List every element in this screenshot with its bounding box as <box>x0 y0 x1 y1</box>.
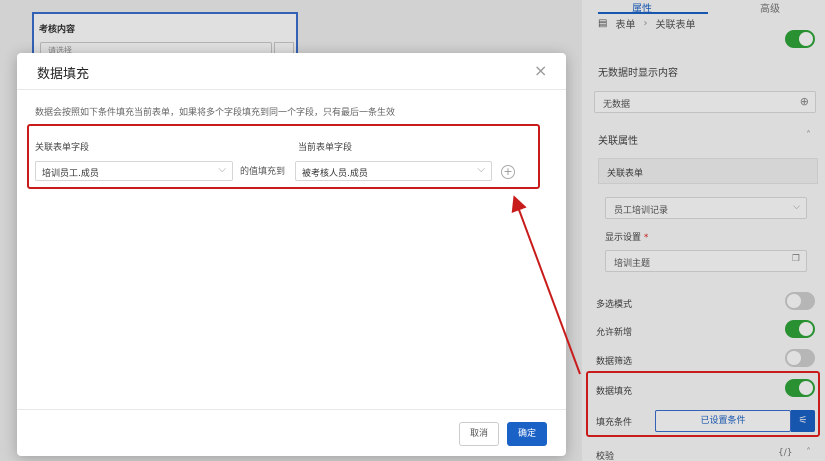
annotation-arrow <box>511 195 581 375</box>
